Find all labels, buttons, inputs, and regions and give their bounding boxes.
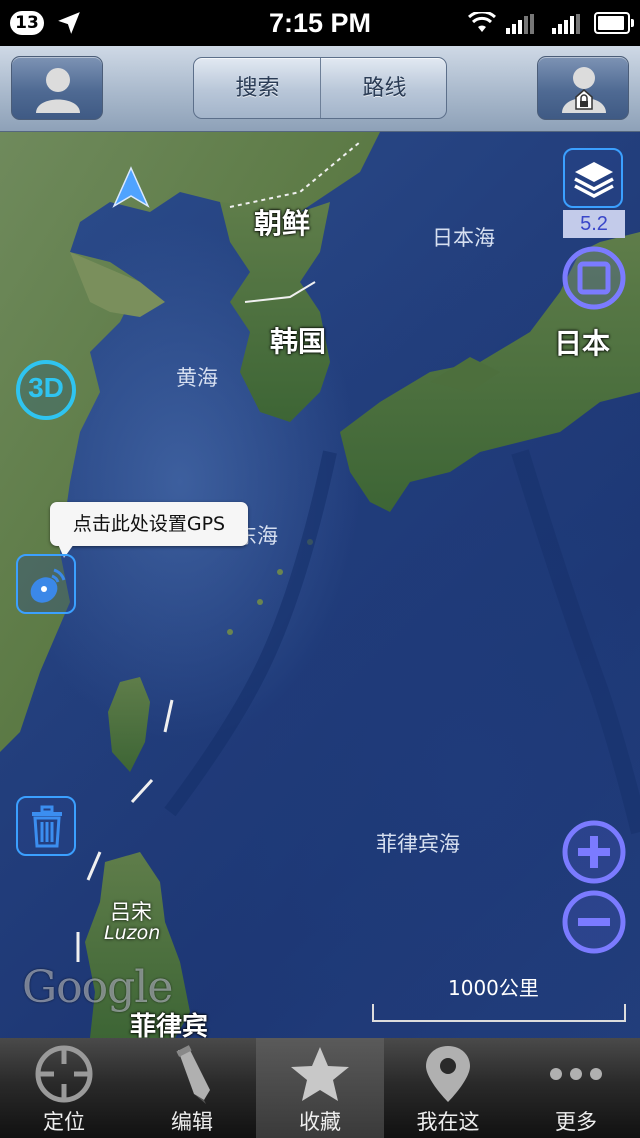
full-screen-icon[interactable] <box>562 246 626 310</box>
layers-button[interactable] <box>563 148 623 208</box>
user-profile-button[interactable] <box>11 56 103 120</box>
wifi-icon <box>468 12 496 32</box>
tab-more[interactable]: 更多 <box>512 1038 640 1138</box>
status-bar: 13 7:15 PM <box>0 0 640 46</box>
more-dots-icon <box>550 1068 602 1080</box>
scale-bar <box>372 1004 626 1022</box>
tab-label: 更多 <box>555 1110 597 1134</box>
map-label-yellow-sea: 黄海 <box>176 366 218 390</box>
tab-bar: 定位 编辑 收藏 我在这 更多 <box>0 1038 640 1138</box>
crosshair-icon <box>35 1045 93 1103</box>
map-label-japan: 日本 <box>554 327 611 360</box>
user-avatar-icon <box>36 68 80 113</box>
tab-locate[interactable]: 定位 <box>0 1038 128 1138</box>
nav-bar: 搜索 路线 <box>0 46 640 132</box>
map-view[interactable]: 朝鲜 韩国 日本 日本海 黄海 东海 菲律宾海 吕宋 Luzon 菲律宾 5.2… <box>0 132 640 1038</box>
gps-tooltip[interactable]: 点击此处设置GPS <box>50 502 248 558</box>
trash-button[interactable] <box>16 796 76 856</box>
zoom-in-icon[interactable] <box>562 820 626 884</box>
signal-icon <box>552 14 580 34</box>
user-lock-icon <box>562 67 606 113</box>
zoom-out-icon[interactable] <box>562 890 626 954</box>
map-label-luzon-en: Luzon <box>104 922 161 944</box>
tab-here[interactable]: 我在这 <box>384 1038 512 1138</box>
map-land-layer <box>0 132 640 1038</box>
3d-label: 3D <box>28 372 64 403</box>
battery-icon <box>594 12 634 34</box>
star-icon <box>291 1047 349 1101</box>
trash-icon <box>32 805 62 848</box>
gps-dish-icon <box>30 568 66 603</box>
3d-toggle-button[interactable]: 3D <box>14 358 78 422</box>
map-label-south-korea: 韩国 <box>270 325 327 358</box>
map-label-sea-of-japan: 日本海 <box>432 226 495 250</box>
status-time: 7:15 PM <box>268 8 372 38</box>
search-tab[interactable]: 搜索 <box>194 58 321 118</box>
map-label-north-korea: 朝鲜 <box>254 207 311 240</box>
zoom-level-badge: 5.2 <box>563 210 625 238</box>
segmented-control: 搜索 路线 <box>193 57 447 119</box>
tab-label: 编辑 <box>171 1110 213 1134</box>
compass-arrow-icon <box>112 166 150 208</box>
scale-label: 1000公里 <box>448 976 539 1000</box>
tab-edit[interactable]: 编辑 <box>128 1038 256 1138</box>
gps-button[interactable] <box>16 554 76 614</box>
user-lock-button[interactable] <box>537 56 629 120</box>
layers-icon <box>574 162 614 198</box>
tab-favorites[interactable]: 收藏 <box>256 1038 384 1138</box>
route-tab[interactable]: 路线 <box>321 58 446 118</box>
pencil-icon <box>176 1045 210 1104</box>
signal-icon <box>506 14 534 34</box>
map-pin-icon <box>426 1046 470 1102</box>
map-label-philippine-sea: 菲律宾海 <box>376 832 460 856</box>
tab-label: 我在这 <box>416 1110 480 1134</box>
tab-label: 收藏 <box>299 1110 341 1134</box>
google-logo: Google <box>22 962 173 1013</box>
tab-label: 定位 <box>43 1110 85 1134</box>
